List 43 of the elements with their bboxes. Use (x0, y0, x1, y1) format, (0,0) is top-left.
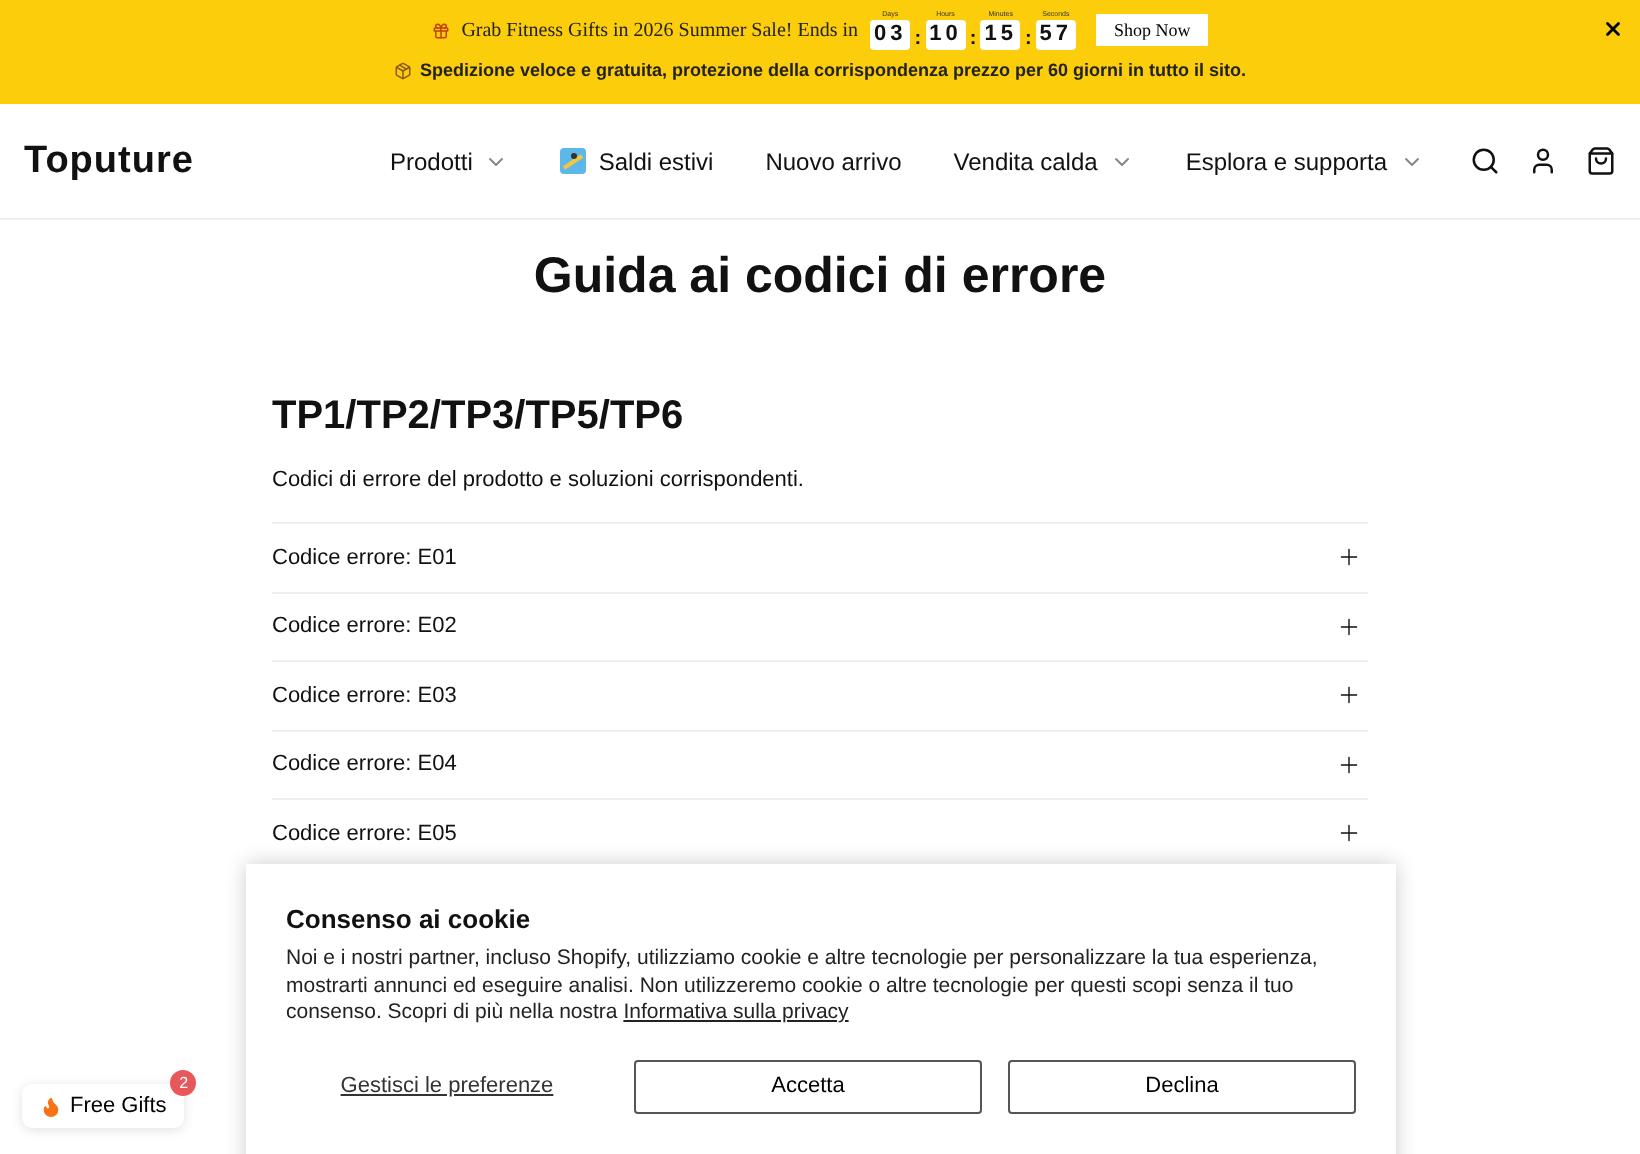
countdown-separator: : (1024, 28, 1032, 50)
expand-icon (1336, 682, 1362, 709)
expand-icon (1336, 613, 1362, 640)
surf-icon (560, 148, 587, 174)
cookie-title: Consenso ai cookie (286, 904, 533, 934)
accordion-item[interactable]: Codice errore: E02 (272, 591, 1368, 660)
close-button[interactable] (1602, 18, 1624, 40)
accordion-item[interactable]: Codice errore: E03 (272, 660, 1368, 729)
flame-icon (40, 1095, 62, 1117)
count-badge: 2 (170, 1070, 197, 1096)
accept-button[interactable]: Accetta (634, 1059, 982, 1113)
nav-link[interactable]: Nuovo arrivo (765, 147, 902, 175)
countdown-digits: 15 (980, 20, 1021, 50)
search-icon[interactable] (1470, 146, 1500, 176)
accordion-item[interactable]: Codice errore: E01 (272, 522, 1368, 591)
section-title: TP1/TP2/TP3/TP5/TP6 (272, 394, 686, 440)
logo[interactable]: Toputure (24, 139, 364, 183)
section-description: Codici di errore del prodotto e soluzioni corrispondenti. (272, 468, 806, 492)
gift-icon (431, 21, 450, 39)
expand-icon (1336, 751, 1362, 778)
cookie-text: Noi e i nostri partner, incluso Shopify, utilizziamo cookie e altre tecnologie per personalizzare la tua esperienza, mostrarti annunci ed eseguire analisi. Non utilizzeremo cookie o altre tecnologie per questi scopi senza il tuo consenso. Scopri di più nella nostra Informativa sulla privacy (286, 946, 1320, 1027)
manage-preferences-link[interactable]: Gestisci le preferenze (286, 1074, 608, 1098)
expand-icon (1336, 820, 1362, 847)
countdown-digits: 03 (870, 20, 911, 50)
nav-link[interactable]: Saldi estivi (560, 147, 714, 175)
shop-now-button[interactable]: Shop Now (1096, 14, 1209, 46)
page-title: Guida ai codici di errore (533, 248, 1107, 306)
nav-link[interactable]: Esplora e supporta (1185, 147, 1424, 175)
countdown-digits: 57 (1035, 20, 1077, 50)
countdown-digits: 10 (925, 20, 966, 50)
package-icon (393, 61, 412, 79)
decline-button[interactable]: Declina (1008, 1059, 1356, 1113)
expand-icon (1336, 544, 1362, 571)
nav-link[interactable]: Prodotti (390, 147, 509, 175)
account-icon[interactable] (1528, 146, 1558, 176)
cart-icon[interactable] (1586, 146, 1616, 176)
countdown-separator: : (914, 28, 922, 50)
privacy-link[interactable]: Informativa sulla privacy (623, 1000, 849, 1024)
shipping-note: Spedizione veloce e gratuita, protezione della corrispondenza prezzo per 60 giorni in tutto il sito. (419, 60, 1247, 80)
countdown-separator: : (969, 28, 977, 50)
nav-link[interactable]: Vendita calda (953, 147, 1134, 175)
accordion-item[interactable]: Codice errore: E04 (272, 729, 1368, 798)
promo-text: Grab Fitness Gifts in 2026 Summer Sale! Ends in (461, 19, 859, 41)
